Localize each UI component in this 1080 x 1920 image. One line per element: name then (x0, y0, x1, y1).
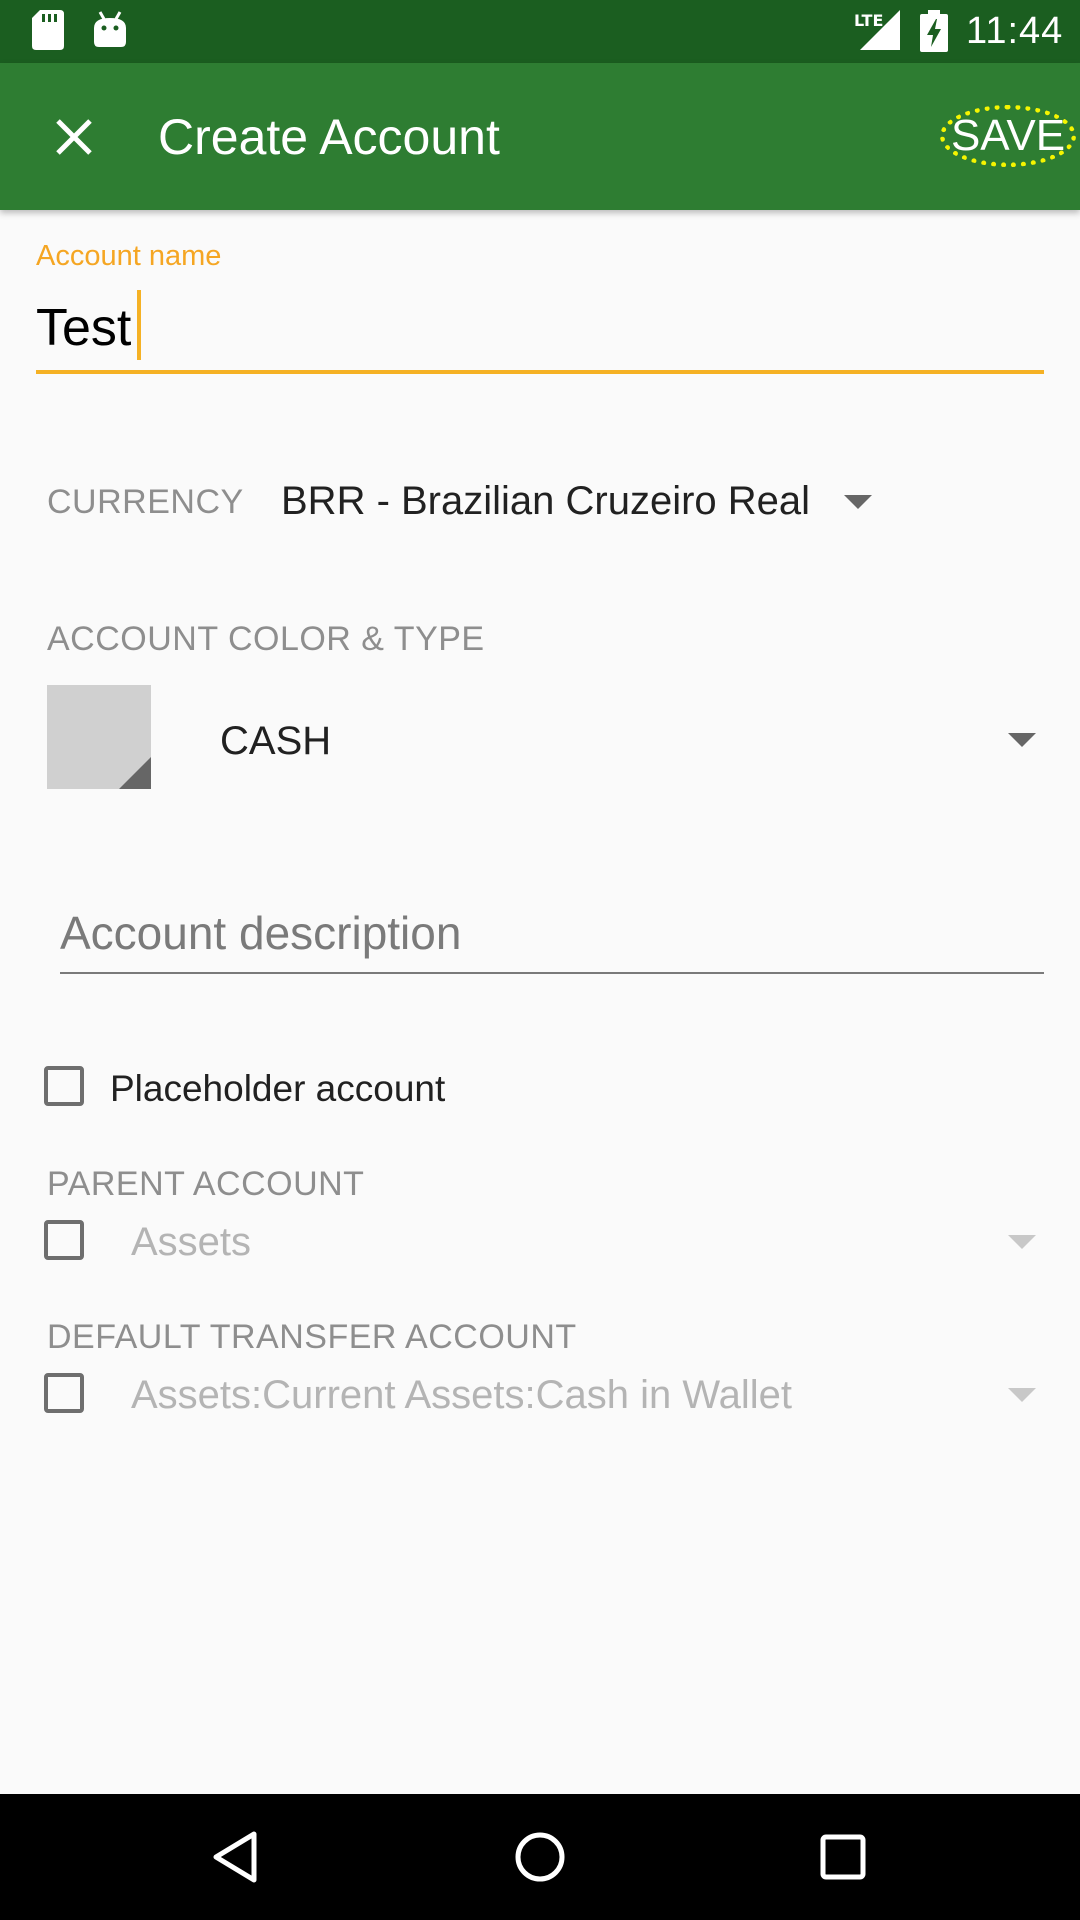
account-name-input[interactable]: Test (36, 290, 1044, 374)
placeholder-account-label: Placeholder account (110, 1068, 446, 1109)
currency-dropdown-icon[interactable] (844, 495, 872, 509)
currency-spinner[interactable]: BRR - Brazilian Cruzeiro Real (281, 479, 810, 524)
account-description-placeholder: Account description (60, 907, 462, 959)
parent-account-spinner: Assets (131, 1220, 252, 1264)
status-bar: LTE 11:44 (0, 0, 1080, 63)
recents-icon[interactable] (810, 1824, 876, 1890)
network-type: LTE (854, 11, 883, 30)
parent-account-checkbox[interactable] (44, 1220, 84, 1260)
default-transfer-label: DEFAULT TRANSFER ACCOUNT (47, 1318, 577, 1356)
default-transfer-checkbox[interactable] (44, 1373, 84, 1413)
sd-card-icon (32, 10, 64, 50)
account-type-dropdown-icon[interactable] (1008, 733, 1036, 747)
status-time: 11:44 (966, 10, 1064, 52)
signal-icon: LTE (854, 10, 900, 50)
account-name-label: Account name (36, 240, 222, 272)
parent-account-label: PARENT ACCOUNT (47, 1165, 365, 1203)
save-button[interactable]: SAVE (940, 105, 1076, 167)
text-caret (137, 290, 141, 360)
color-type-label: ACCOUNT COLOR & TYPE (47, 620, 485, 658)
account-type-spinner[interactable]: CASH (220, 719, 331, 764)
parent-account-dropdown-icon (1008, 1235, 1036, 1249)
swatch-corner-icon (119, 757, 151, 789)
account-color-picker[interactable] (47, 685, 151, 789)
default-transfer-dropdown-icon (1008, 1388, 1036, 1402)
currency-label: CURRENCY (47, 483, 244, 521)
default-transfer-spinner: Assets:Current Assets:Cash in Wallet (131, 1373, 792, 1417)
account-name-value: Test (36, 299, 132, 357)
navigation-bar (0, 1794, 1080, 1920)
app-bar: Create Account SAVE (0, 63, 1080, 210)
battery-charging-icon (920, 10, 948, 52)
back-icon[interactable] (204, 1824, 270, 1890)
page-title: Create Account (158, 109, 500, 165)
android-icon (94, 11, 126, 47)
account-description-input[interactable]: Account description (60, 900, 1044, 974)
home-icon[interactable] (507, 1824, 573, 1890)
close-icon[interactable] (40, 103, 108, 171)
placeholder-account-checkbox[interactable] (44, 1066, 84, 1106)
